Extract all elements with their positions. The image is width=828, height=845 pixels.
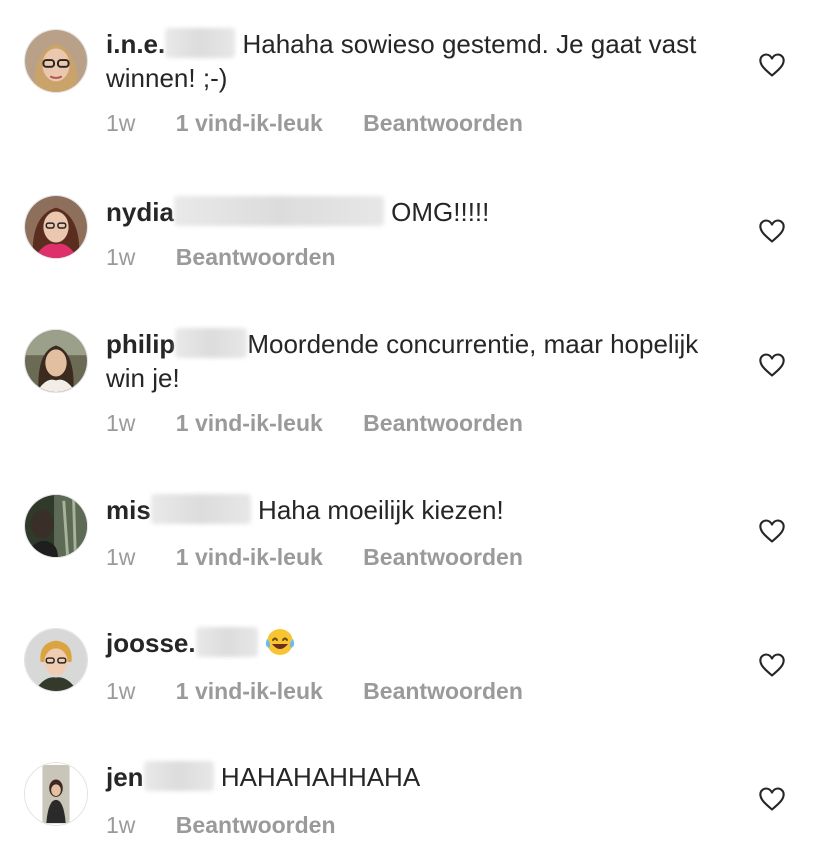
heart-outline-icon[interactable] [758, 352, 786, 378]
reply-button[interactable]: Beantwoorden [363, 678, 523, 705]
reply-button[interactable]: Beantwoorden [176, 812, 336, 839]
redacted-username [143, 761, 214, 791]
heart-outline-icon[interactable] [758, 52, 786, 78]
likes-count-button[interactable]: 1 vind-ik-leuk [176, 410, 323, 437]
username-link[interactable]: joosse. [106, 628, 196, 658]
comment-body: mis Haha moeilijk kiezen! [106, 493, 706, 527]
likes-count-button[interactable]: 1 vind-ik-leuk [176, 110, 323, 137]
tears-of-joy-emoji [265, 629, 294, 655]
username-link[interactable]: i.n.e. [106, 29, 165, 59]
timestamp: 1w [106, 678, 136, 704]
timestamp: 1w [106, 410, 136, 436]
timestamp: 1w [106, 812, 136, 838]
username-link[interactable]: jen [106, 762, 144, 792]
heart-outline-icon[interactable] [758, 652, 786, 678]
heart-outline-icon[interactable] [758, 218, 786, 244]
comment-text: OMG!!!!! [391, 197, 490, 227]
comment-meta: 1w 1 vind-ik-leuk Beantwoorden [106, 544, 557, 571]
avatar[interactable] [24, 195, 88, 259]
avatar[interactable] [24, 29, 88, 93]
redacted-username [173, 196, 384, 226]
comment-meta: 1w 1 vind-ik-leuk Beantwoorden [106, 110, 557, 137]
reply-button[interactable]: Beantwoorden [363, 410, 523, 437]
username-link[interactable]: nydia [106, 197, 174, 227]
avatar[interactable] [24, 329, 88, 393]
comment-meta: 1w 1 vind-ik-leuk Beantwoorden [106, 410, 557, 437]
comment-meta: 1w 1 vind-ik-leuk Beantwoorden [106, 678, 557, 705]
username-link[interactable]: philip [106, 329, 175, 359]
likes-count-button[interactable]: 1 vind-ik-leuk [176, 678, 323, 705]
timestamp: 1w [106, 110, 136, 136]
comment-body: philip Moordende concurrentie, maar hopel… [106, 327, 706, 395]
heart-outline-icon[interactable] [758, 786, 786, 812]
redacted-username [195, 627, 258, 657]
reply-button[interactable]: Beantwoorden [363, 544, 523, 571]
avatar[interactable] [24, 628, 88, 692]
avatar[interactable] [24, 494, 88, 558]
timestamp: 1w [106, 544, 136, 570]
timestamp: 1w [106, 244, 136, 270]
comment-meta: 1w Beantwoorden [106, 812, 370, 839]
comment-body: nydia OMG!!!!! [106, 195, 706, 229]
reply-button[interactable]: Beantwoorden [363, 110, 523, 137]
redacted-username [165, 28, 236, 58]
comment-body: i.n.e. Hahaha sowieso gestemd. Je gaat v… [106, 27, 706, 95]
comment-meta: 1w Beantwoorden [106, 244, 370, 271]
comment-text: Haha moeilijk kiezen! [258, 495, 504, 525]
redacted-username [175, 328, 248, 358]
username-link[interactable]: mis [106, 495, 151, 525]
avatar[interactable] [24, 762, 88, 826]
comment-body: joosse. [106, 626, 706, 660]
redacted-username [150, 494, 251, 524]
likes-count-button[interactable]: 1 vind-ik-leuk [176, 544, 323, 571]
reply-button[interactable]: Beantwoorden [176, 244, 336, 271]
comment-text: HAHAHAHHAHA [220, 762, 421, 792]
heart-outline-icon[interactable] [758, 518, 786, 544]
comment-body: jen HAHAHAHHAHA [106, 760, 706, 794]
